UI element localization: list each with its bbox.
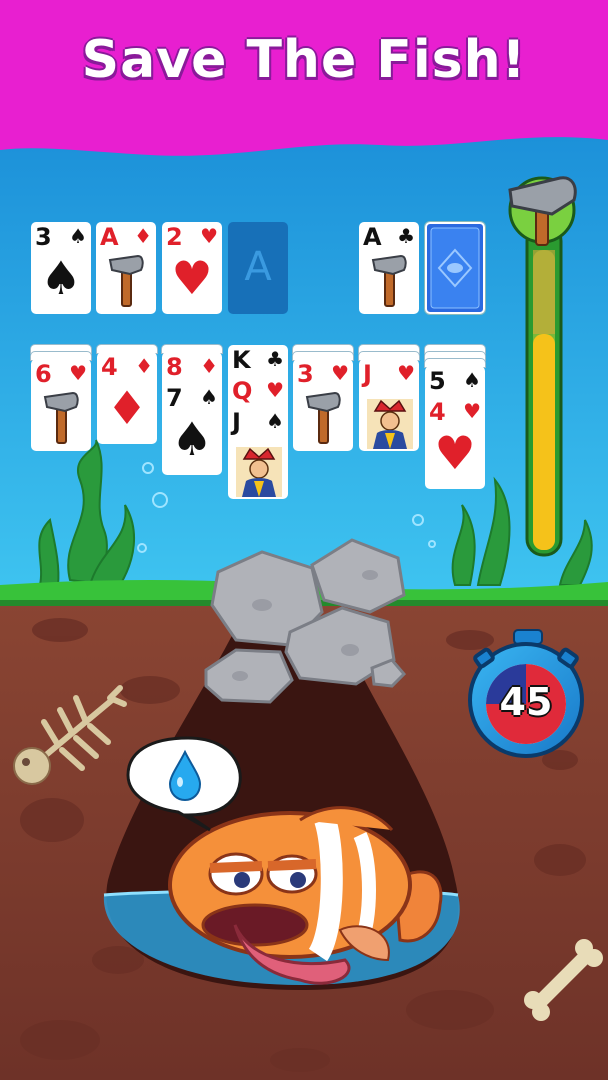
card-suit: ♦	[135, 354, 153, 378]
foundation-placeholder[interactable]: A	[228, 222, 288, 314]
tableau-card[interactable]: 3 ♥	[293, 359, 353, 451]
card-suit: ♦	[200, 354, 218, 378]
card-suit: ♥	[69, 361, 87, 385]
card-rank: J	[363, 360, 372, 388]
card-rank: 3	[297, 360, 314, 388]
stock-pile[interactable]	[425, 222, 485, 314]
card-rank: 4	[101, 353, 118, 381]
title-banner: Save The Fish!	[0, 0, 608, 170]
waste-card[interactable]: A ♣	[359, 222, 419, 314]
tableau-card[interactable]: J ♥	[359, 359, 419, 451]
card-rank: J	[232, 408, 241, 436]
tableau-card[interactable]: 7 ♠ ♠	[162, 383, 222, 475]
card-suit: ♣	[397, 224, 415, 248]
card-suit: ♠	[69, 224, 87, 248]
hammer-icon	[371, 254, 407, 308]
card-rank: A	[363, 223, 382, 251]
card-suit: ♥	[331, 361, 349, 385]
page-title: Save The Fish!	[81, 30, 527, 90]
foundation-card[interactable]: 3 ♠ ♠	[31, 222, 91, 314]
face-card-art	[236, 447, 282, 497]
tableau-card[interactable]: 4 ♥ ♥	[425, 397, 485, 489]
card-back-fish-icon	[430, 227, 480, 309]
card-suit: ♣	[266, 347, 284, 371]
foundation-card[interactable]: 2 ♥ ♥	[162, 222, 222, 314]
card-suit-large: ♦	[106, 381, 148, 435]
card-suit-large: ♠	[171, 412, 213, 466]
foundation-card[interactable]: A ♦	[96, 222, 156, 314]
card-rank: A	[100, 223, 119, 251]
card-suit: ♥	[266, 378, 284, 402]
card-suit: ♥	[463, 399, 481, 423]
hammer-icon	[43, 391, 79, 445]
tableau-card[interactable]: J ♠	[228, 407, 288, 499]
hammer-icon	[305, 391, 341, 445]
card-rank: 8	[166, 353, 183, 381]
card-suit: ♠	[266, 409, 284, 433]
card-suit-large: ♥	[171, 251, 213, 305]
hammer-icon	[108, 254, 144, 308]
card-rank: 4	[429, 398, 446, 426]
card-rank: 2	[166, 223, 183, 251]
card-suit-large: ♠	[40, 251, 82, 305]
card-suit-large: ♥	[434, 426, 476, 480]
card-rank: K	[232, 346, 251, 374]
tableau-card[interactable]: 6 ♥	[31, 359, 91, 451]
card-rank: 3	[35, 223, 52, 251]
game-scene: Save The Fish! 3♠♠A♦2♥♥AA♣6♥4♦♦8♦♦7♠♠K♣♣…	[0, 0, 608, 1080]
card-rank: 5	[429, 367, 446, 395]
card-rank: 7	[166, 384, 183, 412]
timer-value: 45	[499, 680, 553, 724]
card-rank: Q	[232, 377, 253, 405]
face-card-art	[367, 399, 413, 449]
card-suit: ♠	[200, 385, 218, 409]
card-suit: ♦	[134, 224, 152, 248]
hammer-meter-fill	[533, 334, 555, 550]
placeholder-label: A	[244, 244, 272, 290]
card-rank: 6	[35, 360, 52, 388]
card-suit: ♥	[397, 361, 415, 385]
tableau-card[interactable]: 4 ♦ ♦	[97, 352, 157, 444]
card-suit: ♥	[200, 224, 218, 248]
card-suit: ♠	[463, 368, 481, 392]
